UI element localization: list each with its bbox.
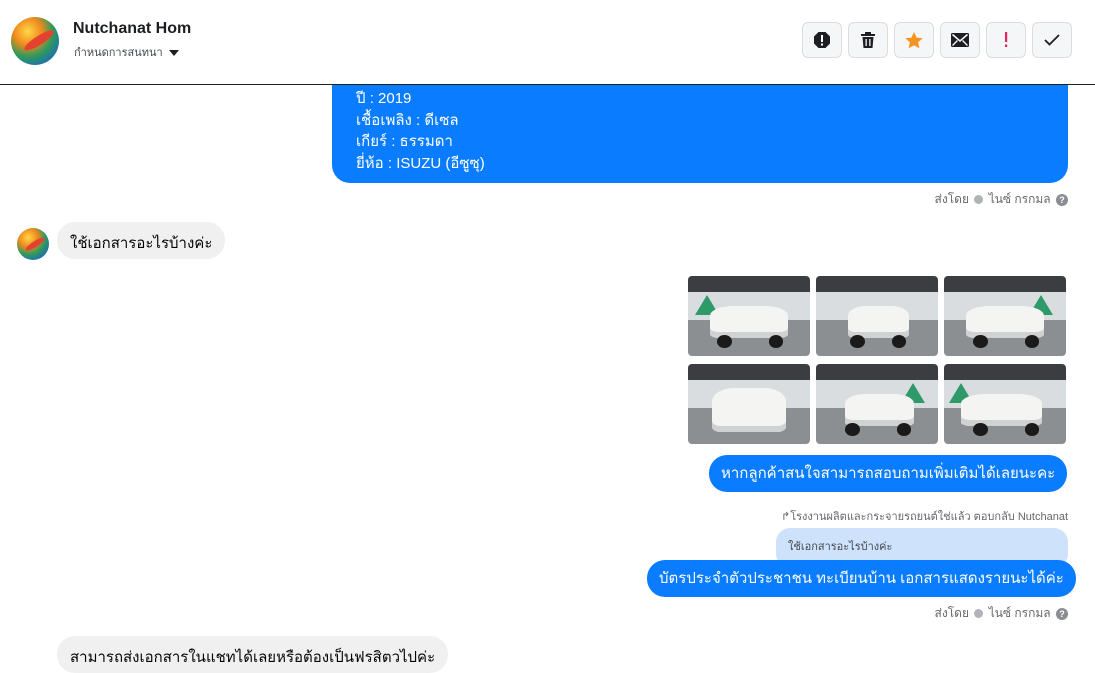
conversation-header: Nutchanat Hom กำหนดการสนทนา (0, 0, 1095, 85)
mark-done-button[interactable] (1032, 22, 1072, 58)
sender-badge-icon (974, 609, 984, 619)
detail-brand: ยี่ห้อ : ISUZU (อีซูซุ) (356, 154, 485, 172)
contact-avatar[interactable] (11, 17, 59, 65)
reply-note: ↱โรงงานผลิตและกระจายรถยนต์ใช่แล้ว ตอบกลั… (781, 511, 1068, 523)
sent-by-label: ส่งโดย ไนซ์ กรกมล ? (935, 604, 1068, 623)
help-icon[interactable]: ? (1056, 193, 1068, 206)
sender-name[interactable]: ไนซ์ กรกมล (989, 192, 1051, 206)
help-icon[interactable]: ? (1056, 607, 1068, 620)
assign-label: กำหนดการสนทนา (74, 47, 163, 59)
car-photo[interactable] (816, 276, 938, 356)
report-icon (814, 32, 830, 48)
customer-followup-message: สามารถส่งเอกสารในแชทได้เลยหรือต้องเป็นฟร… (57, 636, 449, 673)
customer-avatar[interactable] (17, 228, 49, 260)
spam-button[interactable] (986, 22, 1026, 58)
caret-down-icon (168, 50, 179, 57)
mark-unread-button[interactable] (940, 22, 980, 58)
assign-conversation-dropdown[interactable]: กำหนดการสนทนา (74, 43, 179, 61)
reply-arrow-icon: ↱ (781, 511, 791, 523)
customer-question-message: ใช้เอกสารอะไรบ้างค่ะ (57, 222, 226, 259)
trash-icon (861, 32, 875, 48)
sent-by-label: ส่งโดย ไนซ์ กรกมล ? (935, 190, 1068, 209)
sender-name[interactable]: ไนซ์ กรกมล (989, 606, 1051, 620)
car-photo[interactable] (688, 364, 810, 444)
report-button[interactable] (802, 22, 842, 58)
detail-fuel: เชื้อเพลิง : ดีเซล (356, 111, 459, 129)
photo-gallery (688, 276, 1068, 444)
interest-message: หากลูกค้าสนใจสามารถสอบถามเพิ่มเติมได้เลย… (709, 455, 1068, 492)
car-photo[interactable] (944, 364, 1066, 444)
contact-name[interactable]: Nutchanat Hom (73, 20, 191, 38)
star-icon (905, 31, 923, 48)
car-photo[interactable] (944, 276, 1066, 356)
action-toolbar (802, 22, 1072, 58)
checkmark-icon (1044, 34, 1060, 46)
detail-year: ปี : 2019 (356, 90, 412, 107)
documents-answer-message: บัตรประจำตัวประชาชน ทะเบียนบ้าน เอกสารแส… (647, 560, 1076, 597)
car-photo[interactable] (816, 364, 938, 444)
star-button[interactable] (894, 22, 934, 58)
detail-gear: เกียร์ : ธรรมดา (356, 133, 453, 150)
exclamation-icon (1005, 32, 1008, 47)
mail-icon (951, 33, 969, 47)
sender-badge-icon (974, 195, 984, 205)
car-photo[interactable] (688, 276, 810, 356)
delete-button[interactable] (848, 22, 888, 58)
